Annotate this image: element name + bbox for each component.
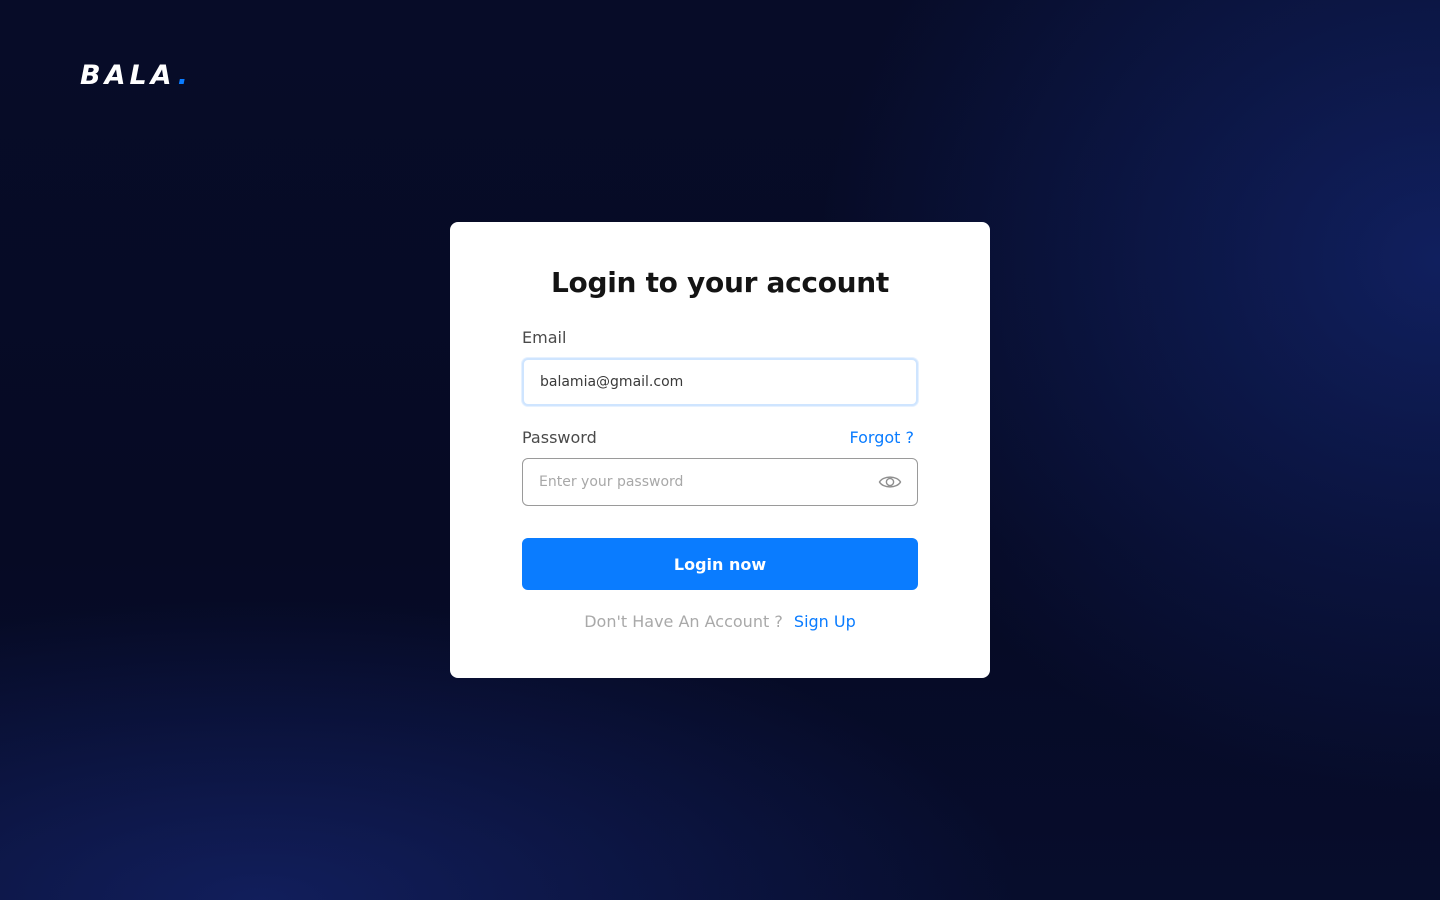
signup-row: Don't Have An Account ? Sign Up — [450, 612, 990, 631]
login-card: Login to your account Email Password For… — [450, 222, 990, 678]
page-title: Login to your account — [550, 266, 890, 299]
login-button[interactable]: Login now — [522, 538, 918, 590]
sign-up-link[interactable]: Sign Up — [794, 612, 856, 631]
forgot-password-link[interactable]: Forgot ? — [849, 428, 914, 447]
signup-prompt: Don't Have An Account ? — [584, 612, 783, 631]
email-field[interactable] — [522, 358, 918, 406]
password-field[interactable] — [522, 458, 918, 506]
password-label: Password — [522, 428, 597, 447]
email-label: Email — [522, 328, 567, 347]
brand-dot: . — [177, 60, 188, 91]
eye-icon[interactable] — [878, 472, 902, 492]
brand-logo[interactable]: BALA . — [80, 60, 188, 91]
brand-name: BALA — [80, 60, 176, 91]
